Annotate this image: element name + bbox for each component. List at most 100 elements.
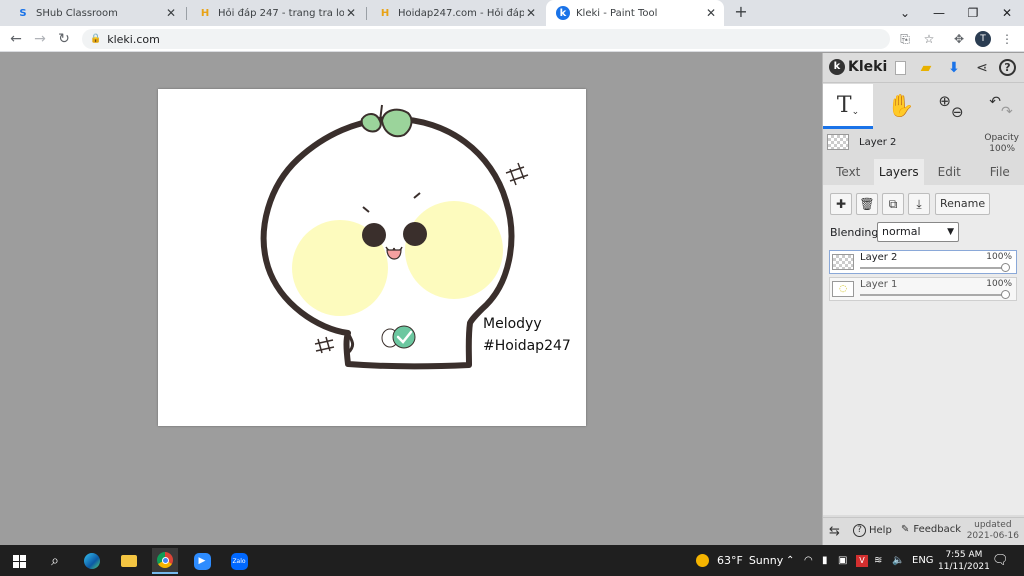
new-image-icon[interactable]: [891, 59, 909, 77]
windows-start-icon[interactable]: [6, 548, 32, 574]
layer-opacity: 100%: [986, 252, 1012, 262]
tab-kleki[interactable]: k Kleki - Paint Tool ✕: [546, 0, 724, 26]
clock-time: 7:55 AM: [945, 549, 983, 560]
zoom-app-icon[interactable]: ▶: [189, 548, 215, 574]
layer-name: Layer 2: [860, 252, 898, 263]
redo-icon[interactable]: ↷: [1001, 104, 1013, 120]
right-eye: [403, 222, 427, 246]
hoidap-favicon-icon: H: [200, 7, 210, 19]
zoom-in-icon[interactable]: ⊕: [938, 92, 951, 110]
current-layer-info: Layer 2 Opacity 100%: [823, 131, 1024, 159]
profile-avatar[interactable]: T: [975, 31, 991, 47]
layer-item-2[interactable]: Layer 2 100%: [829, 250, 1017, 274]
tab-hoidap-247[interactable]: H Hỏi đáp 247 - trang tra loi ✕: [188, 0, 364, 26]
address-bar[interactable]: 🔒 kleki.com: [82, 29, 890, 49]
volume-icon[interactable]: 🔈: [892, 545, 904, 576]
undo-icon[interactable]: ↶: [989, 94, 1001, 110]
layer-opacity: 100%: [986, 279, 1012, 289]
edge-browser-icon[interactable]: [79, 548, 105, 574]
sun-icon: [696, 554, 709, 567]
chevron-up-icon[interactable]: ⌃: [786, 545, 794, 576]
kleki-favicon-icon: k: [556, 6, 570, 20]
new-tab-button[interactable]: +: [732, 3, 750, 21]
bookmark-star-icon[interactable]: ☆: [920, 30, 938, 48]
tab-hoidap-online[interactable]: H Hoidap247.com - Hỏi đáp online ✕: [368, 0, 544, 26]
history-controls: ↶ ↷: [977, 84, 1024, 129]
close-tab-icon[interactable]: ✕: [164, 6, 178, 20]
left-eyebrow: [362, 206, 370, 213]
delete-layer-button[interactable]: 🗑: [856, 193, 878, 215]
blending-select[interactable]: normal ▼: [877, 222, 959, 242]
slider-knob[interactable]: [1001, 263, 1010, 272]
close-tab-icon[interactable]: ✕: [704, 6, 718, 20]
duplicate-icon: ⧉: [888, 197, 898, 211]
share-icon[interactable]: ⋖: [973, 59, 991, 77]
clock[interactable]: 7:55 AM 11/11/2021: [938, 545, 990, 576]
kleki-top-bar: k Kleki ▰ ⬇ ⋖ ?: [823, 53, 1024, 83]
back-arrow-icon[interactable]: ←: [7, 30, 25, 48]
tab-layers[interactable]: Layers: [873, 159, 924, 185]
tab-text[interactable]: Text: [823, 159, 874, 185]
help-button[interactable]: ? Help: [853, 524, 892, 537]
help-circle-icon[interactable]: ?: [999, 59, 1016, 76]
weather-widget[interactable]: 63°F Sunny: [696, 545, 783, 576]
translate-icon[interactable]: ⎘: [896, 30, 914, 48]
usb-drive-icon[interactable]: ▮: [822, 545, 828, 576]
menu-kebab-icon[interactable]: ⋮: [998, 30, 1016, 48]
canvas-workspace[interactable]: Melodyy #Hoidap247: [0, 53, 822, 545]
open-folder-icon[interactable]: ▰: [917, 59, 935, 77]
zalo-app-icon[interactable]: Zalo: [226, 548, 252, 574]
close-tab-icon[interactable]: ✕: [524, 6, 538, 20]
rename-layer-button[interactable]: Rename: [935, 193, 991, 215]
security-icon[interactable]: ▣: [838, 545, 847, 576]
antivirus-icon[interactable]: V: [856, 545, 868, 576]
extensions-puzzle-icon[interactable]: ✥: [950, 30, 968, 48]
tab-search-icon[interactable]: ⌄: [888, 0, 922, 26]
tab-separator: [366, 7, 367, 20]
kleki-side-panel: k Kleki ▰ ⬇ ⋖ ? T ⌄ ✋ ⊕ ⊖ ↶ ↷ Layer 2 Op…: [822, 53, 1024, 545]
merge-layer-button[interactable]: ⤓: [908, 193, 930, 215]
notifications-icon[interactable]: 🗨: [992, 545, 1009, 576]
tab-title: SHub Classroom: [36, 7, 118, 19]
hoidap-favicon-icon: H: [380, 7, 390, 19]
right-cheek: [405, 201, 503, 299]
layer-opacity-slider[interactable]: [860, 290, 1010, 299]
chrome-browser-icon[interactable]: [152, 548, 178, 574]
swap-sides-icon[interactable]: ⇆: [829, 524, 840, 539]
tab-shub-classroom[interactable]: S SHub Classroom ✕: [6, 0, 184, 26]
clock-date: 11/11/2021: [938, 561, 990, 572]
zoom-out-icon[interactable]: ⊖: [951, 103, 964, 121]
file-explorer-icon[interactable]: [116, 548, 142, 574]
close-tab-icon[interactable]: ✕: [344, 6, 358, 20]
lock-icon: 🔒: [90, 34, 102, 44]
hand-tool-icon[interactable]: ✋: [877, 84, 925, 129]
drawing-canvas[interactable]: Melodyy #Hoidap247: [158, 89, 586, 426]
forward-arrow-icon[interactable]: →: [31, 30, 49, 48]
updated-date: 2021-06-16: [966, 531, 1019, 541]
tab-edit[interactable]: Edit: [924, 159, 975, 185]
feedback-button[interactable]: ✎ Feedback: [901, 524, 961, 535]
text-tool-button[interactable]: T ⌄: [823, 84, 873, 129]
feedback-label: Feedback: [913, 524, 962, 535]
minimize-icon[interactable]: —: [922, 0, 956, 26]
wifi-icon[interactable]: ≋: [874, 545, 882, 576]
download-icon[interactable]: ⬇: [945, 59, 963, 77]
tab-title: Kleki - Paint Tool: [576, 7, 658, 19]
plus-icon: ✚: [835, 197, 847, 211]
slider-knob[interactable]: [1001, 290, 1010, 299]
add-layer-button[interactable]: ✚: [830, 193, 852, 215]
reload-icon[interactable]: ↻: [55, 30, 73, 48]
restore-icon[interactable]: ❐: [956, 0, 990, 26]
layer-item-1[interactable]: ◌ Layer 1 100%: [829, 277, 1017, 301]
search-icon[interactable]: ⌕: [42, 548, 68, 574]
drawing-artwork: [260, 104, 529, 370]
language-indicator[interactable]: ENG: [912, 545, 934, 576]
duplicate-layer-button[interactable]: ⧉: [882, 193, 904, 215]
tab-file[interactable]: File: [975, 159, 1024, 185]
tool-row: T ⌄ ✋ ⊕ ⊖ ↶ ↷: [823, 84, 1024, 129]
layers-pane: ✚ 🗑 ⧉ ⤓ Rename Blending normal ▼ Layer 2…: [823, 185, 1024, 515]
network-icon[interactable]: ◠: [804, 545, 813, 576]
kleki-logo[interactable]: k Kleki: [829, 59, 887, 75]
close-window-icon[interactable]: ✕: [990, 0, 1024, 26]
layer-opacity-slider[interactable]: [860, 263, 1010, 272]
